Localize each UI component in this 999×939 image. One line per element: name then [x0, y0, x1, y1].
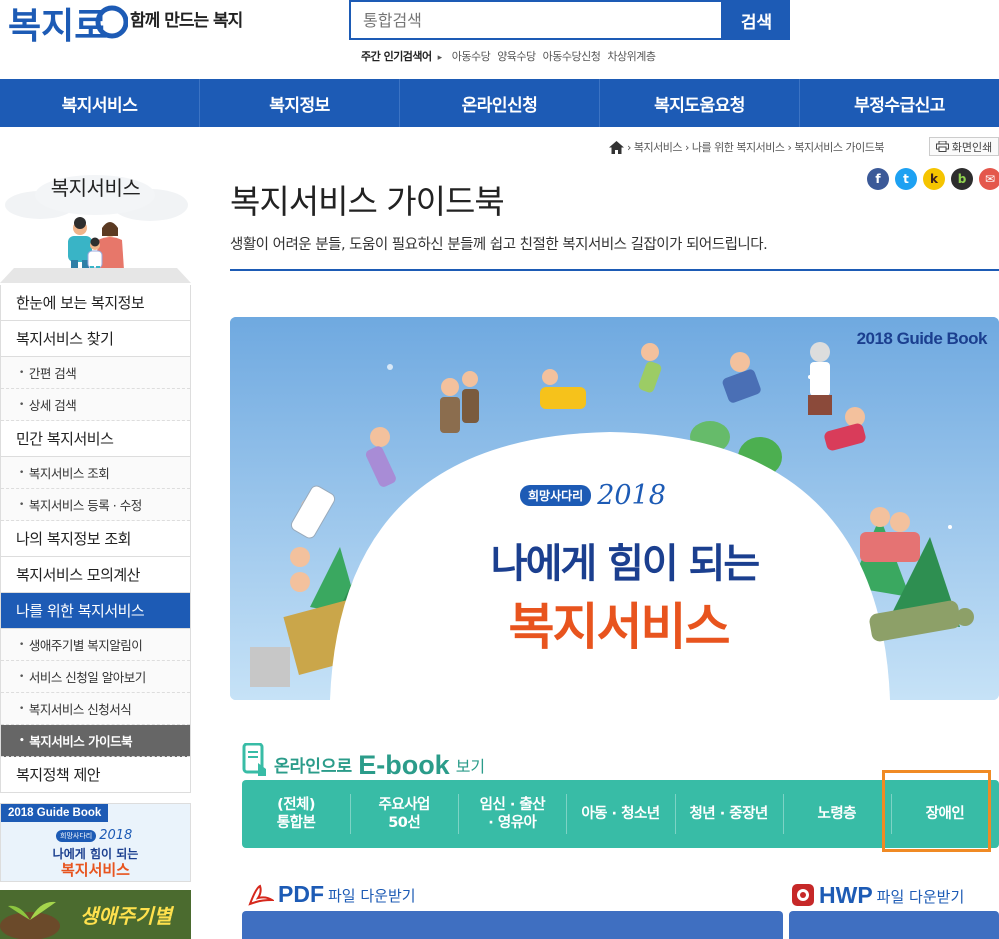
popular-keyword[interactable]: 양육수당	[497, 50, 536, 63]
ebook-head-b: E-book	[358, 750, 450, 780]
sidebar-subitem[interactable]: 복지서비스 등록 · 수정	[1, 489, 190, 521]
banner-badge: 희망사다리	[56, 829, 97, 842]
main-navigation: 복지서비스 복지정보 온라인신청 복지도움요청 부정수급신고	[0, 79, 999, 127]
print-label: 화면인쇄	[951, 140, 993, 154]
tablet-icon	[242, 743, 266, 776]
sidebar-item[interactable]: 민간 복지서비스	[1, 421, 190, 457]
page-intro: 생활이 어려운 분들, 도움이 필요하신 분들께 쉽고 친절한 복지서비스 길잡…	[230, 237, 768, 253]
ebook-item-label: 아동 · 청소년	[581, 805, 660, 822]
sidebar-subitem[interactable]: 복지서비스 신청서식	[1, 693, 190, 725]
guidebook-banner[interactable]: 2018 Guide Book 희망사다리 2018 나에게 힘이 되는 복지서…	[0, 803, 191, 882]
facebook-icon[interactable]: f	[867, 168, 889, 190]
nav-welfare-service[interactable]: 복지서비스	[0, 79, 200, 127]
banner-text: 생애주기별	[80, 904, 172, 928]
popular-label: 주간 인기검색어	[361, 50, 432, 63]
mail-icon[interactable]: ✉	[979, 168, 999, 190]
ebook-item[interactable]: (전체) 통합본	[242, 780, 350, 848]
sidebar-menu: 한눈에 보는 복지정보 복지서비스 찾기 간편 검색 상세 검색 민간 복지서비…	[0, 285, 191, 793]
sidebar-item[interactable]: 복지정책 제안	[1, 757, 190, 793]
hero-year: 2018	[597, 480, 666, 511]
chevron-right-icon: ›	[685, 140, 689, 154]
nav-online-apply[interactable]: 온라인신청	[400, 79, 600, 127]
popular-keyword[interactable]: 차상위계층	[607, 50, 656, 63]
sidebar-item[interactable]: 나의 복지정보 조회	[1, 521, 190, 557]
hero-line2: 복지서비스	[508, 598, 731, 656]
hwp-head-b: 파일 다운받기	[876, 888, 965, 906]
sidebar-subitem[interactable]: 서비스 신청일 알아보기	[1, 661, 190, 693]
ebook-item[interactable]: 청년 · 중장년	[674, 780, 783, 848]
ebook-item[interactable]: 임신 · 출산 · 영유아	[458, 780, 566, 848]
breadcrumb: › 복지서비스 › 나를 위한 복지서비스 › 복지서비스 가이드북	[609, 139, 884, 155]
pdf-download-bar[interactable]	[242, 911, 783, 939]
page-title: 복지서비스 가이드북	[230, 182, 505, 221]
pdf-icon	[248, 884, 274, 906]
chevron-right-icon: ›	[787, 140, 792, 154]
search-button[interactable]: 검색	[723, 0, 790, 40]
ebook-heading: 온라인으로 E-book 보기	[242, 743, 485, 779]
popular-keywords: 주간 인기검색어 ▸ 아동수당 양육수당 아동수당신청 차상위계층	[361, 48, 656, 64]
pdf-download-heading: PDF 파일 다운받기	[248, 883, 416, 906]
sidebar-subitem[interactable]: 생애주기별 복지알림이	[1, 629, 190, 661]
hwp-icon	[792, 884, 814, 906]
ebook-head-c: 보기	[455, 757, 486, 776]
sidebar-item[interactable]: 복지서비스 찾기	[1, 321, 190, 357]
ebook-head-a: 온라인으로	[274, 757, 353, 777]
sidebar-item-active[interactable]: 나를 위한 복지서비스	[1, 593, 190, 629]
ebook-item-label: 노령층	[817, 805, 857, 822]
logo-text: 복지로	[8, 5, 107, 46]
popular-keyword[interactable]: 아동수당신청	[543, 50, 601, 63]
ebook-item-label: 주요사업 50선	[378, 796, 431, 831]
twitter-icon[interactable]: t	[895, 168, 917, 190]
breadcrumb-item[interactable]: 나를 위한 복지서비스	[692, 139, 785, 155]
hero-line1: 나에게 힘이 되는	[490, 541, 760, 587]
hero-badge: 희망사다리	[520, 485, 592, 506]
breadcrumb-item: 복지서비스 가이드북	[794, 141, 884, 154]
site-logo[interactable]: 복지로	[8, 0, 129, 48]
pdf-head-b: 파일 다운받기	[328, 887, 416, 905]
chevron-right-icon: ›	[627, 140, 631, 154]
hero-corner-label: 2018 Guide Book	[856, 329, 988, 348]
printer-icon	[935, 141, 949, 152]
hwp-head-a: HWP	[819, 882, 873, 908]
search-input[interactable]	[351, 2, 721, 38]
band-icon[interactable]: b	[951, 168, 973, 190]
sidebar-subitem[interactable]: 상세 검색	[1, 389, 190, 421]
ebook-item[interactable]: 아동 · 청소년	[566, 780, 674, 848]
ebook-item-label: (전체) 통합본	[276, 796, 316, 831]
search-box	[349, 0, 723, 40]
print-button[interactable]: 화면인쇄	[929, 137, 999, 156]
pdf-head-a: PDF	[278, 881, 324, 907]
banner-line2: 복지서비스	[60, 861, 130, 879]
highlight-box	[882, 770, 991, 852]
sidebar-subitem-active[interactable]: 복지서비스 가이드북	[1, 725, 190, 757]
sidebar-title: 복지서비스	[50, 176, 141, 200]
chevron-right-icon: ▸	[437, 53, 443, 63]
banner-tag: 2018 Guide Book	[1, 804, 109, 822]
social-share: f t k b ✉	[867, 168, 999, 190]
guidebook-hero-image: 2018 Guide Book 희망사다리 2018 나에게 힘이 되는 복지서…	[230, 317, 999, 700]
banner-year: 2018	[99, 828, 133, 843]
hwp-download-heading: HWP 파일 다운받기	[791, 883, 964, 907]
sidebar-subitem[interactable]: 간편 검색	[1, 357, 190, 389]
title-divider	[230, 269, 999, 271]
ebook-item-label: 청년 · 중장년	[689, 805, 768, 822]
nav-fraud-report[interactable]: 부정수급신고	[800, 79, 999, 127]
ebook-item[interactable]: 노령층	[782, 780, 891, 848]
nav-welfare-info[interactable]: 복지정보	[200, 79, 400, 127]
sidebar-item[interactable]: 복지서비스 모의계산	[1, 557, 190, 593]
kakaostory-icon[interactable]: k	[923, 168, 945, 190]
nav-help-request[interactable]: 복지도움요청	[600, 79, 800, 127]
site-tagline: 함께 만드는 복지	[130, 11, 243, 31]
hwp-download-bar[interactable]	[789, 911, 999, 939]
lifecycle-banner[interactable]: 생애주기별	[0, 890, 191, 939]
home-icon[interactable]	[609, 140, 624, 154]
breadcrumb-item[interactable]: 복지서비스	[634, 139, 683, 155]
sidebar-subitem[interactable]: 복지서비스 조회	[1, 457, 190, 489]
popular-keyword[interactable]: 아동수당	[452, 50, 491, 63]
sidebar-item[interactable]: 한눈에 보는 복지정보	[1, 285, 190, 321]
ebook-item[interactable]: 주요사업 50선	[350, 780, 458, 848]
ebook-item-label: 임신 · 출산 · 영유아	[479, 796, 546, 831]
